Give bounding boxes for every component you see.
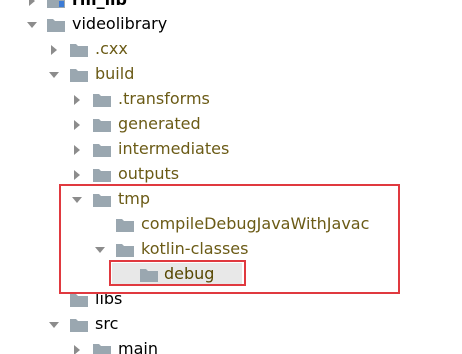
folder-icon [93,94,111,107]
tree-row-main[interactable]: main [0,337,462,354]
tree-row-label: tmp [118,189,151,208]
tree-row-label: .cxx [95,39,128,58]
tree-row-label: libs [95,289,123,308]
tree-row-kotlin-classes[interactable]: kotlin-classes [0,237,462,262]
tree-row-label: src [95,314,119,333]
tree-row-label: .transforms [118,89,210,108]
folder-icon [116,244,134,257]
tree-row-cxx[interactable]: .cxx [0,37,462,62]
folder-icon [116,219,134,232]
chevron-down-icon[interactable] [46,62,62,87]
chevron-down-icon[interactable] [92,237,108,262]
tree-row-label: main [118,339,158,354]
chevron-down-icon[interactable] [24,12,40,37]
tree-row-libs[interactable]: libs [0,287,462,312]
tree-row-intermediates[interactable]: intermediates [0,137,462,162]
folder-icon [93,144,111,157]
folder-icon [93,194,111,207]
module-folder-icon [47,0,65,8]
folder-icon [93,119,111,132]
tree-row-build[interactable]: build [0,62,462,87]
tree-row-label: videolibrary [72,14,168,33]
chevron-right-icon[interactable] [69,162,85,187]
tree-row-label: rm_lib [72,0,127,10]
chevron-right-icon[interactable] [69,87,85,112]
tree-row-label: intermediates [118,139,230,158]
tree-row-label: compileDebugJavaWithJavac [141,214,370,233]
chevron-right-icon[interactable] [69,337,85,354]
folder-icon [93,344,111,354]
chevron-right-icon[interactable] [46,37,62,62]
tree-row-label: kotlin-classes [141,239,249,258]
tree-row-generated[interactable]: generated [0,112,462,137]
tree-row-tmp[interactable]: tmp [0,187,462,212]
chevron-down-icon[interactable] [46,312,62,337]
folder-icon [70,44,88,57]
project-tree: rm_lib videolibrary .cxx build [0,0,462,354]
tree-row-outputs[interactable]: outputs [0,162,462,187]
tree-row-transforms[interactable]: .transforms [0,87,462,112]
chevron-right-icon[interactable] [69,112,85,137]
tree-row-compiledebugjavawithjavac[interactable]: compileDebugJavaWithJavac [0,212,462,237]
tree-row-debug[interactable]: debug [0,262,462,287]
tree-row-src[interactable]: src [0,312,462,337]
folder-icon [47,19,65,32]
chevron-down-icon[interactable] [69,187,85,212]
folder-icon [93,169,111,182]
tree-row-label: debug [164,264,215,283]
tree-row-label: build [95,64,135,83]
tree-row-videolibrary[interactable]: videolibrary [0,12,462,37]
tree-row-label: outputs [118,164,180,183]
folder-icon [70,69,88,82]
tree-row-label: generated [118,114,201,133]
folder-icon [70,294,88,307]
folder-icon [140,269,158,282]
chevron-right-icon[interactable] [69,137,85,162]
folder-icon [70,319,88,332]
